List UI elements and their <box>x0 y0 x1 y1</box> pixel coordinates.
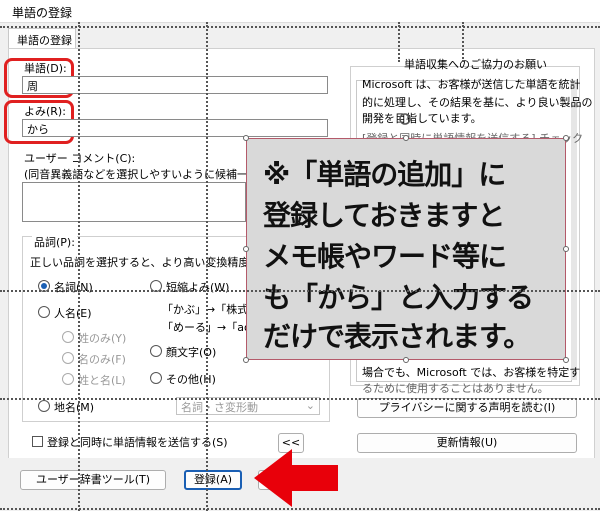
rotate-handle-icon[interactable] <box>398 112 412 126</box>
guide-line <box>206 22 208 511</box>
request-text-1: Microsoft は、お客様が送信した単語を統計 <box>362 78 581 91</box>
callout-line-1: ※「単語の追加」に <box>263 158 506 191</box>
resize-handle[interactable] <box>563 357 569 363</box>
radio-kaomoji[interactable] <box>150 345 162 357</box>
send-info-checkbox[interactable] <box>32 436 43 447</box>
tab-word-register[interactable]: 単語の登録 <box>8 28 76 49</box>
resize-handle[interactable] <box>563 135 569 141</box>
resize-handle[interactable] <box>243 246 249 252</box>
guide-line <box>78 22 80 511</box>
resize-handle[interactable] <box>403 135 409 141</box>
radio-place-label: 地名(M) <box>54 401 95 414</box>
word-label: 単語(D): <box>24 62 67 75</box>
radio-sei-to-mei[interactable] <box>62 373 74 385</box>
radio-other[interactable] <box>150 372 162 384</box>
guide-line <box>0 508 600 510</box>
callout-box: ※「単語の追加」に 登録しておきますと メモ帳やワード等に も「から」と入力する… <box>246 138 566 360</box>
resize-handle[interactable] <box>243 135 249 141</box>
pos-group-label: 品詞(P): <box>32 234 77 250</box>
request-scrollbar[interactable] <box>571 80 577 380</box>
yomi-label: よみ(R): <box>24 105 66 118</box>
resize-handle[interactable] <box>403 357 409 363</box>
request-title: 単語収集へのご協力のお願い <box>404 58 547 71</box>
guide-line <box>0 290 600 292</box>
callout-line-4: も「から」と入力する <box>263 281 534 314</box>
radio-other-label: その他(H) <box>166 373 216 386</box>
request-text-6: るために使用することはありません。 <box>362 382 549 395</box>
request-text-5: 場合でも、Microsoft では、お客様を特定す <box>362 366 581 379</box>
update-info-button[interactable]: 更新情報(U) <box>357 433 577 453</box>
guide-line <box>398 22 400 62</box>
request-text-2: 的に処理し、その結果を基に、より良い製品の <box>362 96 593 109</box>
privacy-button[interactable]: プライバシーに関する声明を読む(I) <box>357 398 577 418</box>
radio-sei-only-label: 姓のみ(Y) <box>78 332 127 345</box>
comment-hint: (同音異義語などを選択しやすいように候補一覧に <box>24 168 270 181</box>
arrow-left-icon <box>254 449 338 507</box>
radio-person[interactable] <box>38 306 50 318</box>
radio-mei-only-label: 名のみ(F) <box>78 353 126 366</box>
yomi-input[interactable]: から <box>22 119 328 137</box>
radio-person-label: 人名(E) <box>54 307 92 320</box>
word-input[interactable]: 周 <box>22 76 328 94</box>
radio-place[interactable] <box>38 400 50 412</box>
chevron-down-icon: ⌄ <box>305 399 315 412</box>
register-button[interactable]: 登録(A) <box>184 470 242 490</box>
callout-line-2: 登録しておきますと <box>263 199 505 232</box>
place-select-value: 名詞・さ変形動 <box>181 401 258 414</box>
guide-line <box>462 22 464 62</box>
comment-input[interactable] <box>22 182 246 222</box>
request-text-3: 開発を目指しています。 <box>362 112 482 125</box>
radio-noun-label: 名詞(N) <box>54 281 93 294</box>
pos-hint: 正しい品詞を選択すると、より高い変換精度を得 <box>30 256 272 269</box>
window-titlebar: 単語の登録 <box>0 0 600 23</box>
radio-sei-only[interactable] <box>62 331 74 343</box>
radio-kaomoji-label: 顔文字(O) <box>166 346 217 359</box>
radio-mei-only[interactable] <box>62 352 74 364</box>
guide-line <box>0 26 600 28</box>
user-dict-tool-button[interactable]: ユーザー辞書ツール(T) <box>20 470 166 490</box>
guide-line <box>0 398 600 400</box>
tab-label: 単語の登録 <box>17 34 72 47</box>
callout-line-5: だけで表示されます。 <box>263 320 531 353</box>
radio-sei-to-mei-label: 姓と名(L) <box>78 374 126 387</box>
resize-handle[interactable] <box>563 246 569 252</box>
resize-handle[interactable] <box>243 357 249 363</box>
radio-tanshuku-label: 短縮よみ(W) <box>166 281 230 294</box>
send-info-label: 登録と同時に単語情報を送信する(S) <box>47 436 228 449</box>
window-title: 単語の登録 <box>12 6 73 20</box>
callout-line-3: メモ帳やワード等に <box>263 240 507 273</box>
